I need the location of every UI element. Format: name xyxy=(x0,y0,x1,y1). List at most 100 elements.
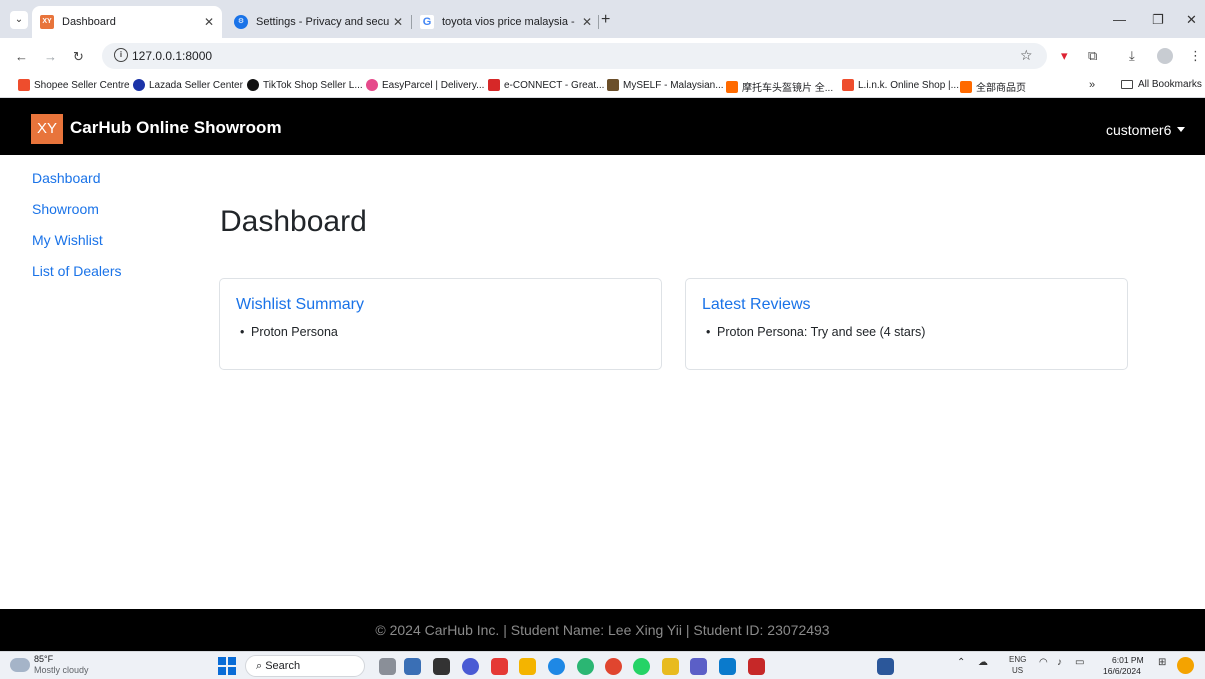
myself-icon xyxy=(607,79,619,91)
notification-icon[interactable]: ⊞ xyxy=(1158,657,1166,668)
sidebar-item-showroom[interactable]: Showroom xyxy=(32,201,99,217)
copilot-icon[interactable] xyxy=(1177,657,1194,674)
clock-time[interactable]: 6:01 PM xyxy=(1112,655,1144,665)
edge-icon[interactable] xyxy=(548,658,565,675)
cloud-tray-icon[interactable]: ☁ xyxy=(978,657,988,668)
bookmark-item[interactable]: 全部商品页 xyxy=(960,79,1026,94)
address-bar[interactable]: i 127.0.0.1:8000 xyxy=(102,43,1047,69)
site-info-icon[interactable]: i xyxy=(114,48,128,62)
acrobat-icon[interactable] xyxy=(748,658,765,675)
app-icon[interactable] xyxy=(662,658,679,675)
folder-icon[interactable] xyxy=(519,658,536,675)
card-title: Latest Reviews xyxy=(702,296,811,313)
extensions-puzzle-icon[interactable]: ⧉ xyxy=(1088,48,1097,64)
chevron-up-icon[interactable]: ⌃ xyxy=(957,657,965,668)
cloud-icon[interactable] xyxy=(10,658,30,672)
brand-title[interactable]: CarHub Online Showroom xyxy=(70,118,282,138)
whatsapp-icon[interactable] xyxy=(633,658,650,675)
windows-start-icon[interactable] xyxy=(218,657,236,675)
bookmark-item[interactable]: EasyParcel | Delivery... xyxy=(366,79,484,91)
taskbar-search[interactable]: ⌕ Search xyxy=(245,655,365,677)
forward-icon[interactable]: → xyxy=(44,49,57,64)
download-icon[interactable]: ⤓ xyxy=(1129,48,1135,64)
bookmark-item[interactable]: e-CONNECT - Great... xyxy=(488,79,604,91)
minimize-icon[interactable]: — xyxy=(1113,12,1126,27)
app-icon[interactable] xyxy=(462,658,479,675)
shopee-icon xyxy=(842,79,854,91)
all-bookmarks-label: All Bookmarks xyxy=(1138,79,1202,90)
app-icon[interactable] xyxy=(577,658,594,675)
app-icon[interactable] xyxy=(379,658,396,675)
teams-icon[interactable] xyxy=(690,658,707,675)
weather-temp[interactable]: 85°F xyxy=(34,654,53,664)
volume-icon[interactable]: ♪ xyxy=(1057,657,1062,668)
bookmark-item[interactable]: Shopee Seller Centre xyxy=(18,79,130,91)
sidebar-item-dashboard[interactable]: Dashboard xyxy=(32,170,101,186)
browser-tab-strip: ⌄ XY Dashboard ✕ ⚙ Settings - Privacy an… xyxy=(0,0,1205,38)
search-icon: ⌕ xyxy=(256,660,266,672)
footer: © 2024 CarHub Inc. | Student Name: Lee X… xyxy=(0,609,1205,651)
card-title: Wishlist Summary xyxy=(236,296,365,313)
back-icon[interactable]: ← xyxy=(15,49,28,64)
bookmarks-overflow-button[interactable]: » xyxy=(1089,79,1095,91)
footer-text: © 2024 CarHub Inc. | Student Name: Lee X… xyxy=(375,622,830,638)
close-tab-icon[interactable]: ✕ xyxy=(582,15,592,29)
bookmark-item[interactable]: MySELF - Malaysian... xyxy=(607,79,724,91)
profile-avatar-icon[interactable] xyxy=(1157,48,1173,64)
wishlist-summary-card: Wishlist Summary Proton Persona xyxy=(219,278,662,370)
language-bottom[interactable]: US xyxy=(1012,666,1023,675)
tab-settings[interactable]: ⚙ Settings - Privacy and security ✕ xyxy=(226,6,411,38)
close-window-icon[interactable]: ✕ xyxy=(1186,12,1197,28)
chevron-down-icon: ⌄ xyxy=(14,14,24,25)
close-tab-icon[interactable]: ✕ xyxy=(204,15,214,29)
sidebar-item-list-of-dealers[interactable]: List of Dealers xyxy=(32,263,121,279)
chrome-icon[interactable] xyxy=(605,658,622,675)
sidebar-item-my-wishlist[interactable]: My Wishlist xyxy=(32,232,103,248)
extension-icon[interactable]: ▾ xyxy=(1061,48,1068,64)
bookmark-item[interactable]: TikTok Shop Seller L... xyxy=(247,79,363,91)
wishlist-list: Proton Persona xyxy=(236,325,338,339)
tab-title: toyota vios price malaysia - Goo xyxy=(442,16,578,28)
tab-google-search[interactable]: G toyota vios price malaysia - Goo ✕ xyxy=(412,6,600,38)
folder-icon xyxy=(1121,80,1133,89)
app-icon[interactable] xyxy=(404,658,421,675)
google-icon: G xyxy=(420,15,434,29)
close-tab-icon[interactable]: ✕ xyxy=(393,15,403,29)
tab-separator xyxy=(598,15,599,29)
weather-desc[interactable]: Mostly cloudy xyxy=(34,665,89,675)
app-icon[interactable] xyxy=(433,658,450,675)
bookmark-label: Shopee Seller Centre xyxy=(34,79,130,91)
battery-icon[interactable]: ▭ xyxy=(1075,657,1084,668)
word-icon[interactable] xyxy=(877,658,894,675)
logo[interactable]: XY xyxy=(31,114,63,144)
gear-icon: ⚙ xyxy=(234,15,248,29)
list-item: Proton Persona: Try and see (4 stars) xyxy=(702,325,925,339)
vscode-icon[interactable] xyxy=(719,658,736,675)
caret-down-icon xyxy=(1177,127,1186,132)
youtube-icon[interactable] xyxy=(491,658,508,675)
restore-icon[interactable]: ❐ xyxy=(1152,12,1164,28)
bookmark-item[interactable]: Lazada Seller Center xyxy=(133,79,243,91)
tab-dashboard[interactable]: XY Dashboard ✕ xyxy=(32,6,222,38)
page-title: Dashboard xyxy=(220,205,367,238)
os-taskbar: 85°F Mostly cloudy ⌕ Search ⌃ ☁ ENG US ◠… xyxy=(0,651,1205,679)
search-label: Search xyxy=(265,660,301,672)
reviews-list: Proton Persona: Try and see (4 stars) xyxy=(702,325,925,339)
tab-search-button[interactable]: ⌄ xyxy=(10,11,28,29)
new-tab-icon[interactable]: + xyxy=(601,12,610,28)
url-text[interactable]: 127.0.0.1:8000 xyxy=(132,49,212,63)
reload-icon[interactable]: ↻ xyxy=(73,49,84,65)
user-dropdown[interactable]: customer6 xyxy=(1106,122,1186,138)
bookmark-label: 全部商品页 xyxy=(976,83,1026,94)
bookmark-star-icon[interactable]: ☆ xyxy=(1020,47,1033,64)
tiktok-icon xyxy=(247,79,259,91)
wifi-icon[interactable]: ◠ xyxy=(1039,657,1048,668)
xy-favicon-icon: XY xyxy=(40,15,54,29)
bookmark-item[interactable]: L.i.n.k. Online Shop |... xyxy=(842,79,959,91)
bookmark-label: Lazada Seller Center xyxy=(149,79,243,91)
all-bookmarks-button[interactable]: All Bookmarks xyxy=(1121,79,1202,90)
bookmark-item[interactable]: 摩托车头盔镜片 全... xyxy=(726,79,833,94)
clock-date[interactable]: 16/6/2024 xyxy=(1103,666,1141,676)
language-top[interactable]: ENG xyxy=(1009,655,1026,664)
more-menu-icon[interactable]: ⋮ xyxy=(1189,48,1202,64)
